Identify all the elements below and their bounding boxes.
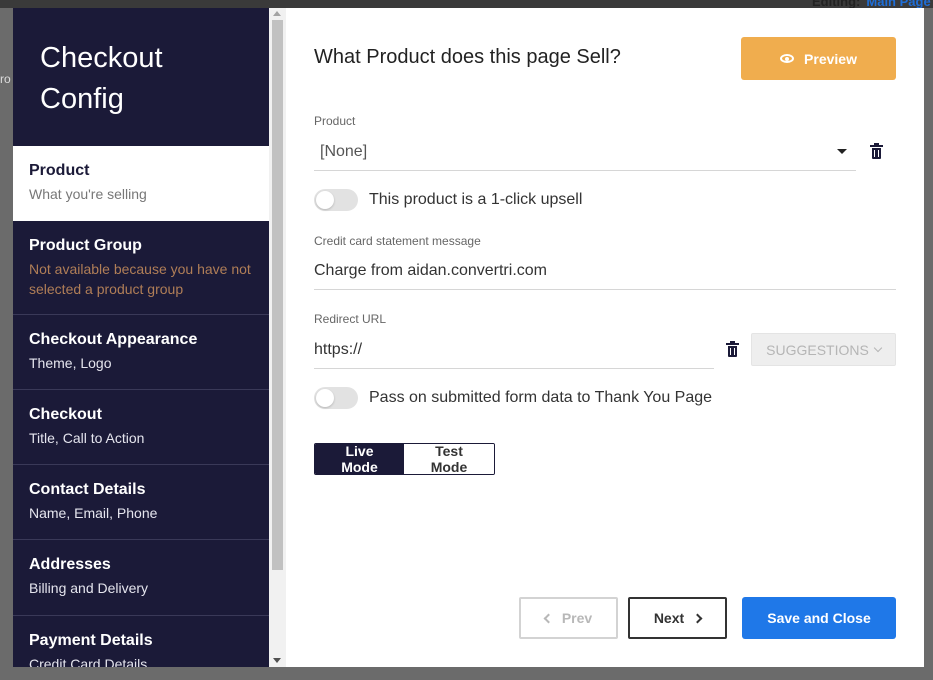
background-topbar (0, 0, 933, 8)
test-mode-button[interactable]: Test Mode (404, 444, 494, 474)
main-content: What Product does this page Sell? Previe… (286, 8, 924, 667)
sidebar-item-product-group[interactable]: Product Group Not available because you … (13, 221, 269, 315)
dropdown-caret-icon[interactable] (837, 149, 847, 154)
live-mode-button[interactable]: Live Mode (315, 444, 404, 474)
product-select[interactable]: [None] (314, 137, 856, 171)
suggestions-button[interactable]: SUGGESTIONS (751, 333, 896, 366)
chevron-left-icon (543, 613, 554, 623)
next-button[interactable]: Next (628, 597, 727, 639)
sidebar-item-addresses[interactable]: Addresses Billing and Delivery (13, 540, 269, 616)
save-and-close-button[interactable]: Save and Close (742, 597, 896, 639)
sidebar-item-subtitle: Theme, Logo (29, 355, 112, 371)
statement-input-value: Charge from aidan.convertri.com (314, 262, 547, 279)
background-left-text: ro (0, 72, 11, 86)
scrollbar-thumb[interactable] (272, 20, 283, 570)
sidebar-item-product[interactable]: Product What you're selling (13, 146, 269, 221)
prev-button[interactable]: Prev (519, 597, 618, 639)
product-label: Product (314, 114, 356, 128)
pass-form-data-toggle[interactable] (314, 387, 358, 409)
sidebar-item-subtitle: What you're selling (29, 186, 147, 202)
prev-label: Prev (561, 610, 593, 626)
trash-icon[interactable] (726, 341, 739, 357)
sidebar-item-title: Product (29, 162, 90, 179)
trash-icon[interactable] (870, 143, 883, 159)
sidebar-item-subtitle: Credit Card Details (29, 656, 148, 667)
sidebar-item-title: Checkout Appearance (29, 331, 198, 348)
sidebar-item-title: Addresses (29, 556, 111, 573)
sidebar-item-checkout[interactable]: Checkout Title, Call to Action (13, 390, 269, 465)
sidebar-item-subtitle: Not available because you have not selec… (29, 261, 251, 297)
sidebar: Checkout Config Product What you're sell… (13, 8, 269, 667)
sidebar-item-payment-details[interactable]: Payment Details Credit Card Details (13, 616, 269, 667)
background-right-edge (924, 8, 933, 680)
sidebar-item-checkout-appearance[interactable]: Checkout Appearance Theme, Logo (13, 315, 269, 390)
chevron-right-icon (692, 613, 703, 623)
upsell-toggle[interactable] (314, 189, 358, 211)
pass-form-data-label: Pass on submitted form data to Thank You… (369, 389, 713, 406)
page-heading: What Product does this page Sell? (314, 46, 621, 68)
upsell-toggle-label: This product is a 1-click upsell (369, 191, 583, 208)
redirect-url-input[interactable]: https:// (314, 335, 714, 369)
sidebar-scrollbar[interactable] (269, 8, 286, 667)
preview-button[interactable]: Preview (741, 37, 896, 80)
sidebar-item-title: Payment Details (29, 632, 153, 649)
background-bottom-edge (0, 667, 933, 680)
scroll-down-arrow-icon[interactable] (273, 658, 281, 663)
suggestions-label: SUGGESTIONS (766, 341, 869, 358)
checkout-config-modal: Checkout Config Product What you're sell… (13, 8, 924, 667)
scroll-up-arrow-icon[interactable] (273, 11, 281, 16)
eye-icon (780, 54, 795, 63)
sidebar-item-contact-details[interactable]: Contact Details Name, Email, Phone (13, 465, 269, 540)
sidebar-item-subtitle: Title, Call to Action (29, 430, 145, 446)
next-label: Next (653, 610, 685, 626)
sidebar-item-title: Product Group (29, 237, 142, 254)
sidebar-item-title: Checkout (29, 406, 102, 423)
sidebar-item-subtitle: Billing and Delivery (29, 580, 149, 596)
sidebar-item-title: Contact Details (29, 481, 146, 498)
mode-toggle-group: Live Mode Test Mode (314, 443, 495, 475)
product-select-value: [None] (320, 143, 368, 160)
statement-label: Credit card statement message (314, 234, 481, 248)
redirect-url-label: Redirect URL (314, 312, 387, 326)
redirect-url-value: https:// (314, 341, 363, 358)
sidebar-item-subtitle: Name, Email, Phone (29, 505, 158, 521)
chevron-down-icon (873, 343, 883, 352)
statement-input[interactable]: Charge from aidan.convertri.com (314, 256, 896, 290)
sidebar-title: Checkout Config (40, 42, 163, 115)
preview-label: Preview (804, 50, 857, 67)
